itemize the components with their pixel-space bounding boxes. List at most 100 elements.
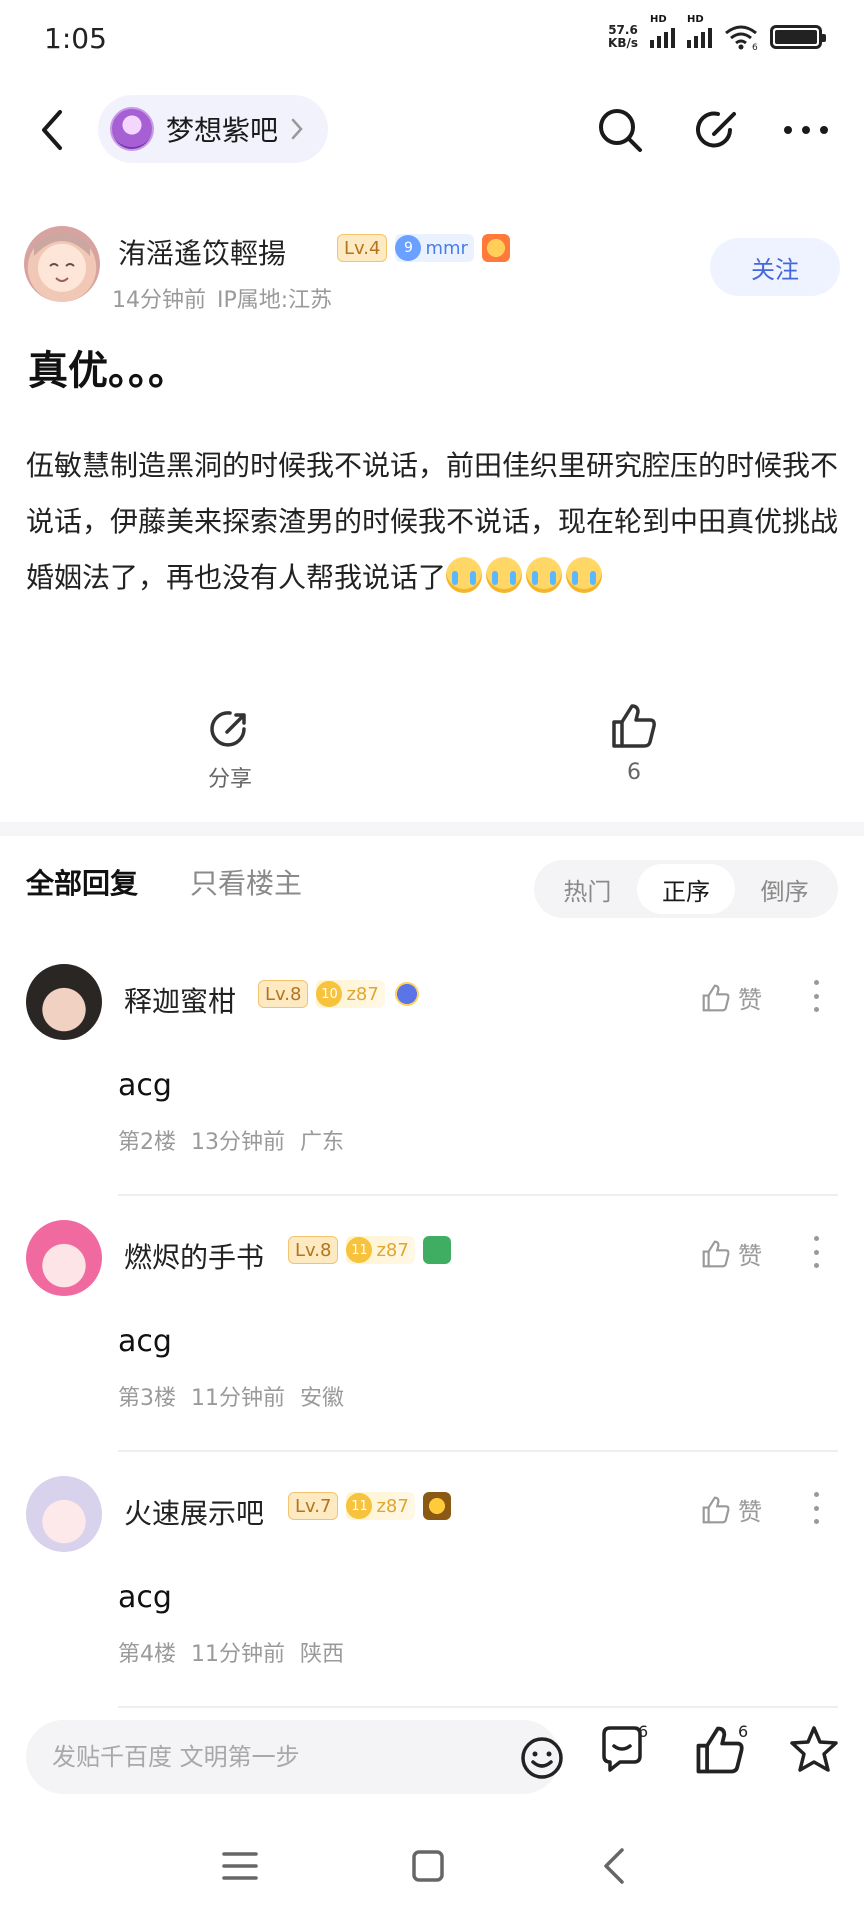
tab-owner-only[interactable]: 只看楼主 [190,862,302,902]
commenter-name[interactable]: 火速展示吧 [124,1492,264,1532]
system-back-icon[interactable] [592,1842,640,1890]
comment-divider [118,1706,838,1708]
level-badge: Lv.7 [288,1492,339,1520]
comment-item: 释迦蜜柑 Lv.8 10 z87 赞 acg 第2楼 13分钟前 广东 [0,964,864,1220]
like-button[interactable]: 6 [604,700,664,785]
svg-text:6: 6 [752,43,758,50]
commenter-badges: Lv.8 11 z87 [288,1236,451,1264]
commenter-avatar[interactable] [26,1220,102,1296]
star-favorite-icon[interactable] [786,1722,842,1778]
comment-more-button[interactable] [806,976,826,1016]
comment-more-button[interactable] [806,1488,826,1528]
sort-descending[interactable]: 倒序 [735,864,834,914]
status-indicators: 57.6 KB/s HD HD 6 [608,14,826,50]
edit-icon [696,111,736,148]
back-arrow-icon [42,110,62,150]
commenter-badges: Lv.8 10 z87 [258,980,421,1008]
comment-like-button[interactable]: 赞 [700,980,762,1015]
wifi-icon: 6 [725,25,758,50]
share-icon [210,711,246,747]
more-menu-button[interactable] [776,100,836,160]
comment-text: acg [118,1324,172,1359]
comment-divider [118,1194,838,1196]
level-badge: Lv.8 [258,980,309,1008]
back-button[interactable] [32,104,72,156]
forum-name: 梦想紫吧 [166,114,279,147]
commenter-name[interactable]: 燃烬的手书 [124,1236,264,1276]
comment-meta: 第4楼 11分钟前 陕西 [118,1642,345,1667]
commenter-avatar[interactable] [26,1476,102,1552]
top-nav: 梦想紫吧 [0,90,864,170]
crying-emoji-icon [526,557,563,593]
comment-item: 燃烬的手书 Lv.8 11 z87 赞 acg 第3楼 11分钟前 安徽 [0,1220,864,1476]
thumbs-up-icon [702,1240,730,1267]
post-author-row: 洧滛遙笖輕揚 Lv.4 9 mmr 14分钟前 IP属地:江苏 关注 [24,226,840,316]
crying-emoji-icon [486,557,523,593]
forum-link[interactable]: 梦想紫吧 [98,95,329,163]
reply-input-container [26,1720,563,1794]
thumbs-up-icon [702,1496,730,1523]
thumbs-up-icon [612,704,656,748]
bottom-like-count: 6 [738,1722,749,1741]
tab-all-replies[interactable]: 全部回复 [26,862,138,902]
reply-tabs: 全部回复 只看楼主 [26,862,302,902]
comment-text: acg [118,1580,172,1615]
reply-bar: 6 6 [0,1712,864,1812]
forum-avatar [110,107,154,151]
author-badges: Lv.4 9 mmr [337,234,510,262]
commenter-badges: Lv.7 11 z87 [288,1492,451,1520]
comment-text: acg [118,1068,172,1103]
thumbs-up-icon [702,984,730,1011]
comment-like-button[interactable]: 赞 [700,1492,762,1527]
search-button[interactable] [590,100,650,160]
fire-badge-icon [481,234,510,262]
menu-icon[interactable] [216,1842,264,1890]
sort-toggle: 热门 正序 倒序 [534,860,838,918]
comment-meta: 第2楼 13分钟前 广东 [118,1130,345,1155]
gold-badge: 10 z87 [316,980,385,1008]
system-nav-bar [0,1826,864,1906]
level-badge: Lv.8 [288,1236,339,1264]
signal-icon: HD [650,14,675,48]
comment-more-button[interactable] [806,1232,826,1272]
chevron-right-icon [291,118,303,140]
share-button[interactable]: 分享 [200,705,260,793]
comment-meta: 第3楼 11分钟前 安徽 [118,1386,345,1411]
emoji-picker-icon[interactable] [520,1736,564,1780]
author-name[interactable]: 洧滛遙笖輕揚 [118,232,286,272]
level-badge: Lv.4 [337,234,388,262]
crying-emoji-icon [566,557,603,593]
zodiac-badge-icon [422,1236,451,1264]
sun-badge-icon [422,1492,451,1520]
sort-ascending[interactable]: 正序 [636,864,736,914]
sort-hot[interactable]: 热门 [538,864,637,914]
search-icon [599,109,642,152]
battery-icon [770,25,826,49]
comment-like-button[interactable]: 赞 [700,1236,762,1271]
crying-emoji-icon [446,557,483,593]
post-meta: 14分钟前 IP属地:江苏 [112,288,333,313]
more-horizontal-icon [784,126,828,134]
signal-icon-2: HD [687,14,712,48]
comment-divider [118,1450,838,1452]
status-bar: 1:05 57.6 KB/s HD HD 6 [0,0,864,80]
comment-item: 火速展示吧 Lv.7 11 z87 赞 acg 第4楼 11分钟前 陕西 [0,1476,864,1732]
comment-count: 6 [638,1722,649,1741]
edit-post-button[interactable] [688,100,748,160]
commenter-name[interactable]: 释迦蜜柑 [124,980,236,1020]
member-badge: 9 mmr [395,234,474,262]
section-divider [0,822,864,836]
follow-button[interactable]: 关注 [710,238,840,296]
author-avatar[interactable] [24,226,100,302]
gold-badge: 11 z87 [346,1236,415,1264]
post-title: 真优。。。 [28,348,188,394]
reply-input[interactable] [52,1720,472,1794]
like-count: 6 [627,760,641,785]
home-square-icon[interactable] [404,1842,452,1890]
commenter-avatar[interactable] [26,964,102,1040]
gold-badge: 11 z87 [346,1492,415,1520]
star-rank-badge-icon [392,980,421,1008]
share-label: 分享 [207,767,252,792]
post-body: 伍敏慧制造黑洞的时候我不说话，前田佳织里研究腔压的时候我不说话，伊藤美来探索渣男… [26,449,839,594]
network-speed: 57.6 KB/s [608,23,638,50]
